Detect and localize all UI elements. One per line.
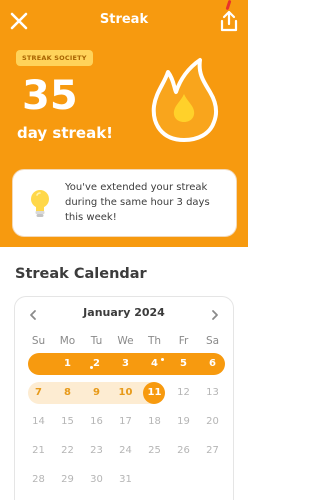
calendar-day[interactable]: 24 [111, 440, 140, 462]
calendar-day[interactable]: 4 [140, 353, 169, 375]
streak-label: day streak! [17, 124, 114, 142]
streak-calendar-title: Streak Calendar [15, 266, 147, 282]
calendar-day[interactable]: 25 [140, 440, 169, 462]
sparkle-dot [161, 358, 164, 361]
calendar-day-today[interactable]: 11 [140, 382, 169, 404]
calendar-day[interactable]: 26 [169, 440, 198, 462]
calendar-day[interactable]: 10 [111, 382, 140, 404]
share-button[interactable] [218, 9, 240, 33]
calendar-day[interactable]: 28 [24, 469, 53, 491]
info-card: You've extended your streak during the s… [12, 169, 237, 237]
calendar-day[interactable]: 16 [82, 411, 111, 433]
calendar-day[interactable]: 30 [82, 469, 111, 491]
weekday-label: Fr [178, 335, 189, 347]
calendar-day[interactable]: 5 [169, 353, 198, 375]
flame-icon [151, 58, 219, 142]
calendar-day[interactable]: 12 [169, 382, 198, 404]
calendar-day[interactable]: 29 [53, 469, 82, 491]
calendar-day[interactable]: 27 [198, 440, 227, 462]
week-row: 7 8 9 10 11 12 13 [24, 382, 227, 404]
streak-society-badge: STREAK SOCIETY [16, 50, 93, 66]
month-label: January 2024 [83, 306, 165, 319]
calendar-day[interactable]: 18 [140, 411, 169, 433]
week-row: 28 29 30 31 [24, 469, 227, 491]
calendar-day[interactable]: 21 [24, 440, 53, 462]
calendar-day[interactable]: 31 [111, 469, 140, 491]
calendar-day[interactable]: 15 [53, 411, 82, 433]
weekday-label: Mo [59, 335, 76, 347]
calendar-day [24, 353, 53, 375]
week-row: 21 22 23 24 25 26 27 [24, 440, 227, 462]
weekday-label: Su [31, 335, 46, 347]
week-row: 1 2 3 4 5 6 [24, 353, 227, 375]
weekday-row: Su Mo Tu We Th Fr Sa [24, 330, 227, 352]
calendar-day[interactable]: 6 [198, 353, 227, 375]
calendar-day[interactable]: 7 [24, 382, 53, 404]
calendar-day[interactable]: 1 [53, 353, 82, 375]
calendar-nav: January 2024 [15, 297, 233, 327]
calendar-day[interactable]: 23 [82, 440, 111, 462]
calendar-day[interactable]: 14 [24, 411, 53, 433]
week-row: 14 15 16 17 18 19 20 [24, 411, 227, 433]
weekday-label: Th [147, 335, 162, 347]
share-icon [220, 10, 238, 32]
calendar-day[interactable]: 13 [198, 382, 227, 404]
info-message: You've extended your streak during the s… [65, 182, 210, 223]
weekday-label: We [117, 335, 134, 347]
lightbulb-icon [31, 190, 49, 217]
weekday-label: Tu [90, 335, 103, 347]
streak-count: 35 [22, 73, 78, 119]
calendar-day[interactable]: 19 [169, 411, 198, 433]
calendar-day[interactable]: 3 [111, 353, 140, 375]
calendar-day[interactable]: 17 [111, 411, 140, 433]
calendar-day[interactable]: 2 [82, 353, 111, 375]
calendar-day[interactable]: 22 [53, 440, 82, 462]
calendar-day[interactable]: 20 [198, 411, 227, 433]
chevron-right-icon [212, 310, 218, 320]
weekday-label: Sa [205, 335, 220, 347]
calendar-day[interactable]: 8 [53, 382, 82, 404]
calendar: January 2024 Su Mo Tu We Th Fr Sa 1 2 3 … [14, 296, 234, 500]
page-title: Streak [99, 12, 149, 27]
next-month-button[interactable] [209, 306, 221, 320]
top-bar: Streak [0, 0, 248, 44]
calendar-day[interactable]: 9 [82, 382, 111, 404]
